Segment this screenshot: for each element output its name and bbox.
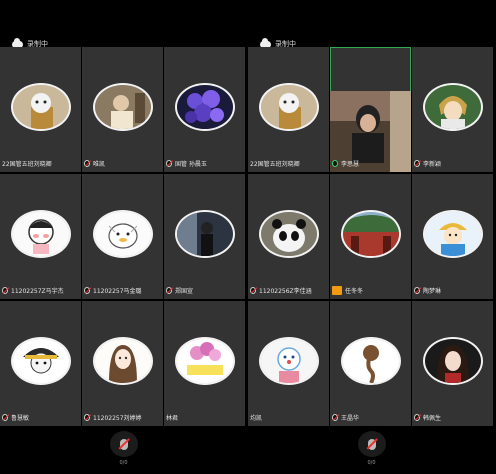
mic-muted-icon — [119, 438, 128, 450]
participant-tile[interactable]: 唯凯 — [82, 47, 163, 172]
avatar — [10, 210, 71, 258]
participant-name-row: 22国管五班刘晓卿 — [2, 158, 52, 168]
mic-muted-icon — [2, 413, 8, 421]
participant-name-row: 陶梦琳 — [414, 285, 441, 295]
avatar — [340, 210, 401, 258]
avatar — [422, 337, 483, 385]
participant-tile[interactable]: 鲁慧敏 — [0, 301, 81, 426]
participant-tile[interactable]: 国管 孙晨玉 — [164, 47, 245, 172]
participant-tile[interactable]: 11202257刘婷婷 — [82, 301, 163, 426]
mic-muted-icon — [2, 286, 8, 294]
participant-grid: 22国管五班刘晓卿 唯凯 国管 孙晨玉 11202257Z马宇杰 1120225… — [0, 47, 247, 426]
participant-tile[interactable]: 11202257Z马宇杰 — [0, 174, 81, 299]
mic-toggle-button[interactable] — [109, 431, 138, 457]
participant-name-row: 均凯 — [250, 412, 262, 422]
participant-name-row: 11202257马金璐 — [84, 285, 142, 295]
participant-name-row: 11202257刘婷婷 — [84, 412, 142, 422]
mic-muted-icon — [166, 159, 172, 167]
participant-name-row: 唯凯 — [84, 158, 105, 168]
mic-count-label: 0/0 — [367, 460, 376, 466]
host-badge-icon — [332, 285, 342, 295]
participant-tile[interactable]: 22国管五班刘晓卿 — [248, 47, 329, 172]
participant-name: 李新颖 — [423, 160, 442, 168]
participant-tile[interactable]: 陶梦琳 — [412, 174, 493, 299]
participant-name-row: 11202256Z李佳涵 — [250, 285, 312, 295]
participant-tile[interactable]: 韩佩生 — [412, 301, 493, 426]
avatar — [174, 337, 235, 385]
participant-name: 11202257马金璐 — [93, 287, 142, 295]
participant-name: 唯凯 — [93, 160, 106, 168]
participant-name: 郑国宣 — [175, 287, 194, 295]
participant-name: 林君 — [166, 414, 179, 422]
avatar — [92, 337, 153, 385]
mic-on-icon — [332, 159, 338, 167]
avatar — [422, 83, 483, 131]
participant-name: 11202257刘婷婷 — [93, 414, 142, 422]
participant-name-row: 22国管五班刘晓卿 — [250, 158, 300, 168]
avatar — [174, 83, 235, 131]
participant-tile[interactable]: 任冬冬 — [330, 174, 411, 299]
participant-name-row: 国管 孙晨玉 — [166, 158, 207, 168]
participant-name: 22国管五班刘晓卿 — [250, 160, 300, 168]
participant-name-row: 任冬冬 — [332, 285, 363, 295]
participant-tile[interactable]: 林君 — [164, 301, 245, 426]
right-meeting-view: 录制中 22国管五班刘晓卿 李思慧 李新颖 11202256Z李佳涵 任冬冬 陶… — [248, 0, 495, 474]
left-meeting-view: 录制中 22国管五班刘晓卿 唯凯 国管 孙晨玉 11202257Z马宇杰 112… — [0, 0, 247, 474]
participant-tile[interactable]: 王晶华 — [330, 301, 411, 426]
participant-tile[interactable]: 11202256Z李佳涵 — [248, 174, 329, 299]
mic-muted-icon — [84, 286, 90, 294]
participant-name: 11202256Z李佳涵 — [259, 287, 312, 295]
participant-tile[interactable]: 均凯 — [248, 301, 329, 426]
participant-name: 22国管五班刘晓卿 — [2, 160, 52, 168]
participant-name: 11202257Z马宇杰 — [11, 287, 64, 295]
participant-name: 均凯 — [250, 414, 263, 422]
avatar — [258, 337, 319, 385]
participant-name: 任冬冬 — [345, 287, 364, 295]
avatar — [258, 210, 319, 258]
mic-count-label: 0/0 — [119, 460, 128, 466]
avatar — [92, 210, 153, 258]
participant-tile-active-speaker[interactable]: 李思慧 — [330, 47, 411, 172]
participant-name-row: 王晶华 — [332, 412, 359, 422]
participant-name-row: 李新颖 — [414, 158, 441, 168]
participant-name: 陶梦琳 — [423, 287, 442, 295]
mic-muted-icon — [84, 159, 90, 167]
mic-muted-icon — [332, 413, 338, 421]
participant-name-row: 林君 — [166, 412, 178, 422]
participant-tile[interactable]: 22国管五班刘晓卿 — [0, 47, 81, 172]
avatar — [10, 83, 71, 131]
mic-muted-icon — [414, 413, 420, 421]
mic-toggle-button[interactable] — [357, 431, 386, 457]
participant-name: 王晶华 — [341, 414, 360, 422]
mic-muted-icon — [166, 286, 172, 294]
participant-name-row: 11202257Z马宇杰 — [2, 285, 64, 295]
mic-muted-icon — [84, 413, 90, 421]
participant-grid: 22国管五班刘晓卿 李思慧 李新颖 11202256Z李佳涵 任冬冬 陶梦琳 均… — [248, 47, 495, 426]
mic-muted-icon — [414, 286, 420, 294]
mic-muted-icon — [414, 159, 420, 167]
avatar — [10, 337, 71, 385]
participant-tile[interactable]: 11202257马金璐 — [82, 174, 163, 299]
mic-muted-icon — [250, 286, 256, 294]
participant-name-row: 韩佩生 — [414, 412, 441, 422]
participant-name: 韩佩生 — [423, 414, 442, 422]
participant-name: 国管 孙晨玉 — [175, 160, 207, 168]
participant-tile[interactable]: 李新颖 — [412, 47, 493, 172]
participant-tile[interactable]: 郑国宣 — [164, 174, 245, 299]
participant-name-row: 李思慧 — [332, 158, 359, 168]
avatar — [340, 337, 401, 385]
avatar — [258, 83, 319, 131]
participant-name: 李思慧 — [341, 160, 360, 168]
avatar — [174, 210, 235, 258]
avatar — [422, 210, 483, 258]
mic-muted-icon — [367, 438, 376, 450]
participant-name-row: 郑国宣 — [166, 285, 193, 295]
avatar — [92, 83, 153, 131]
participant-name-row: 鲁慧敏 — [2, 412, 29, 422]
participant-name: 鲁慧敏 — [11, 414, 30, 422]
